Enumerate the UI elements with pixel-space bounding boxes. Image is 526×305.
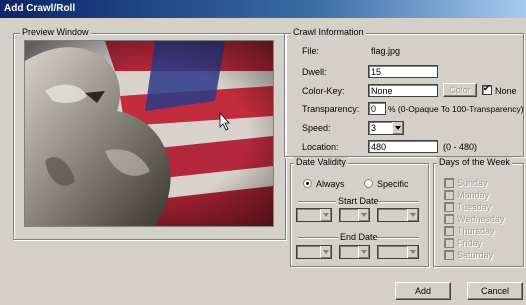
colorkey-label: Color-Key: (302, 86, 345, 96)
start-date-separator-right (377, 201, 419, 203)
none-checkbox[interactable] (482, 83, 492, 95)
colorkey-input[interactable]: None (368, 84, 438, 97)
preview-window-legend: Preview Window (20, 27, 91, 37)
chevron-down-icon[interactable] (392, 122, 403, 134)
day-label: Friday (457, 238, 483, 248)
end-day-dropdown[interactable] (339, 245, 370, 259)
location-input[interactable]: 480 (368, 140, 438, 153)
specific-label: Specific (377, 179, 409, 189)
add-button[interactable]: Add (395, 282, 451, 300)
location-label: Location: (302, 142, 339, 152)
color-button[interactable]: Color (443, 83, 477, 97)
day-checkbox[interactable] (444, 178, 454, 188)
none-label: None (495, 86, 517, 96)
day-checkbox[interactable] (444, 226, 454, 236)
always-radio[interactable] (303, 179, 312, 188)
end-month-dropdown[interactable] (296, 245, 332, 259)
chevron-down-icon[interactable] (320, 246, 331, 258)
end-date-separator-right (375, 237, 419, 239)
day-checkbox[interactable] (444, 238, 454, 248)
chevron-down-icon[interactable] (407, 209, 418, 221)
preview-image (24, 40, 274, 227)
file-label: File: (302, 46, 320, 56)
location-hint: (0 - 480) (443, 142, 478, 152)
day-checkbox[interactable] (444, 250, 454, 260)
title-bar[interactable]: Add Crawl/Roll (0, 0, 526, 18)
chevron-down-icon[interactable] (407, 246, 418, 258)
end-date-separator-left (298, 237, 338, 239)
day-label: Tuesday (457, 202, 492, 212)
transparency-input[interactable]: 0 (368, 102, 386, 115)
chevron-down-icon[interactable] (358, 209, 369, 221)
specific-radio[interactable] (364, 179, 373, 188)
start-month-dropdown[interactable] (296, 208, 332, 222)
day-checkbox[interactable] (444, 214, 454, 224)
window-title: Add Crawl/Roll (4, 3, 76, 14)
day-label: Saturday (457, 250, 494, 260)
start-year-dropdown[interactable] (377, 208, 419, 222)
day-checkbox[interactable] (444, 190, 454, 200)
dwell-label: Dwell: (302, 67, 327, 77)
speed-dropdown[interactable]: 3 (368, 121, 404, 135)
cancel-button[interactable]: Cancel (467, 282, 523, 300)
chevron-down-icon[interactable] (320, 209, 331, 221)
always-label: Always (316, 179, 345, 189)
start-date-separator-left (298, 201, 336, 203)
crawl-information-legend: Crawl Information (291, 27, 366, 37)
date-validity-legend: Date Validity (294, 157, 348, 167)
start-day-dropdown[interactable] (339, 208, 370, 222)
file-value: flag.jpg (371, 46, 401, 56)
flag-eagle-image (25, 41, 273, 226)
speed-label: Speed: (302, 123, 331, 133)
dwell-input[interactable]: 15 (368, 65, 438, 78)
day-label: Monday (457, 190, 490, 200)
days-of-week-legend: Days of the Week (437, 157, 512, 167)
day-checkbox[interactable] (444, 202, 454, 212)
day-label: Sunday (457, 178, 488, 188)
chevron-down-icon[interactable] (358, 246, 369, 258)
end-date-label: End Date (340, 232, 378, 242)
transparency-hint: % (0-Opaque To 100-Transparency) (388, 104, 524, 114)
speed-value: 3 (371, 123, 377, 133)
color-button-label: Color (449, 85, 471, 95)
transparency-label: Transparency: (302, 104, 360, 114)
day-label: Wednesday (457, 214, 505, 224)
day-label: Thursday (457, 226, 495, 236)
end-year-dropdown[interactable] (377, 245, 419, 259)
start-date-label: Start Date (338, 196, 379, 206)
